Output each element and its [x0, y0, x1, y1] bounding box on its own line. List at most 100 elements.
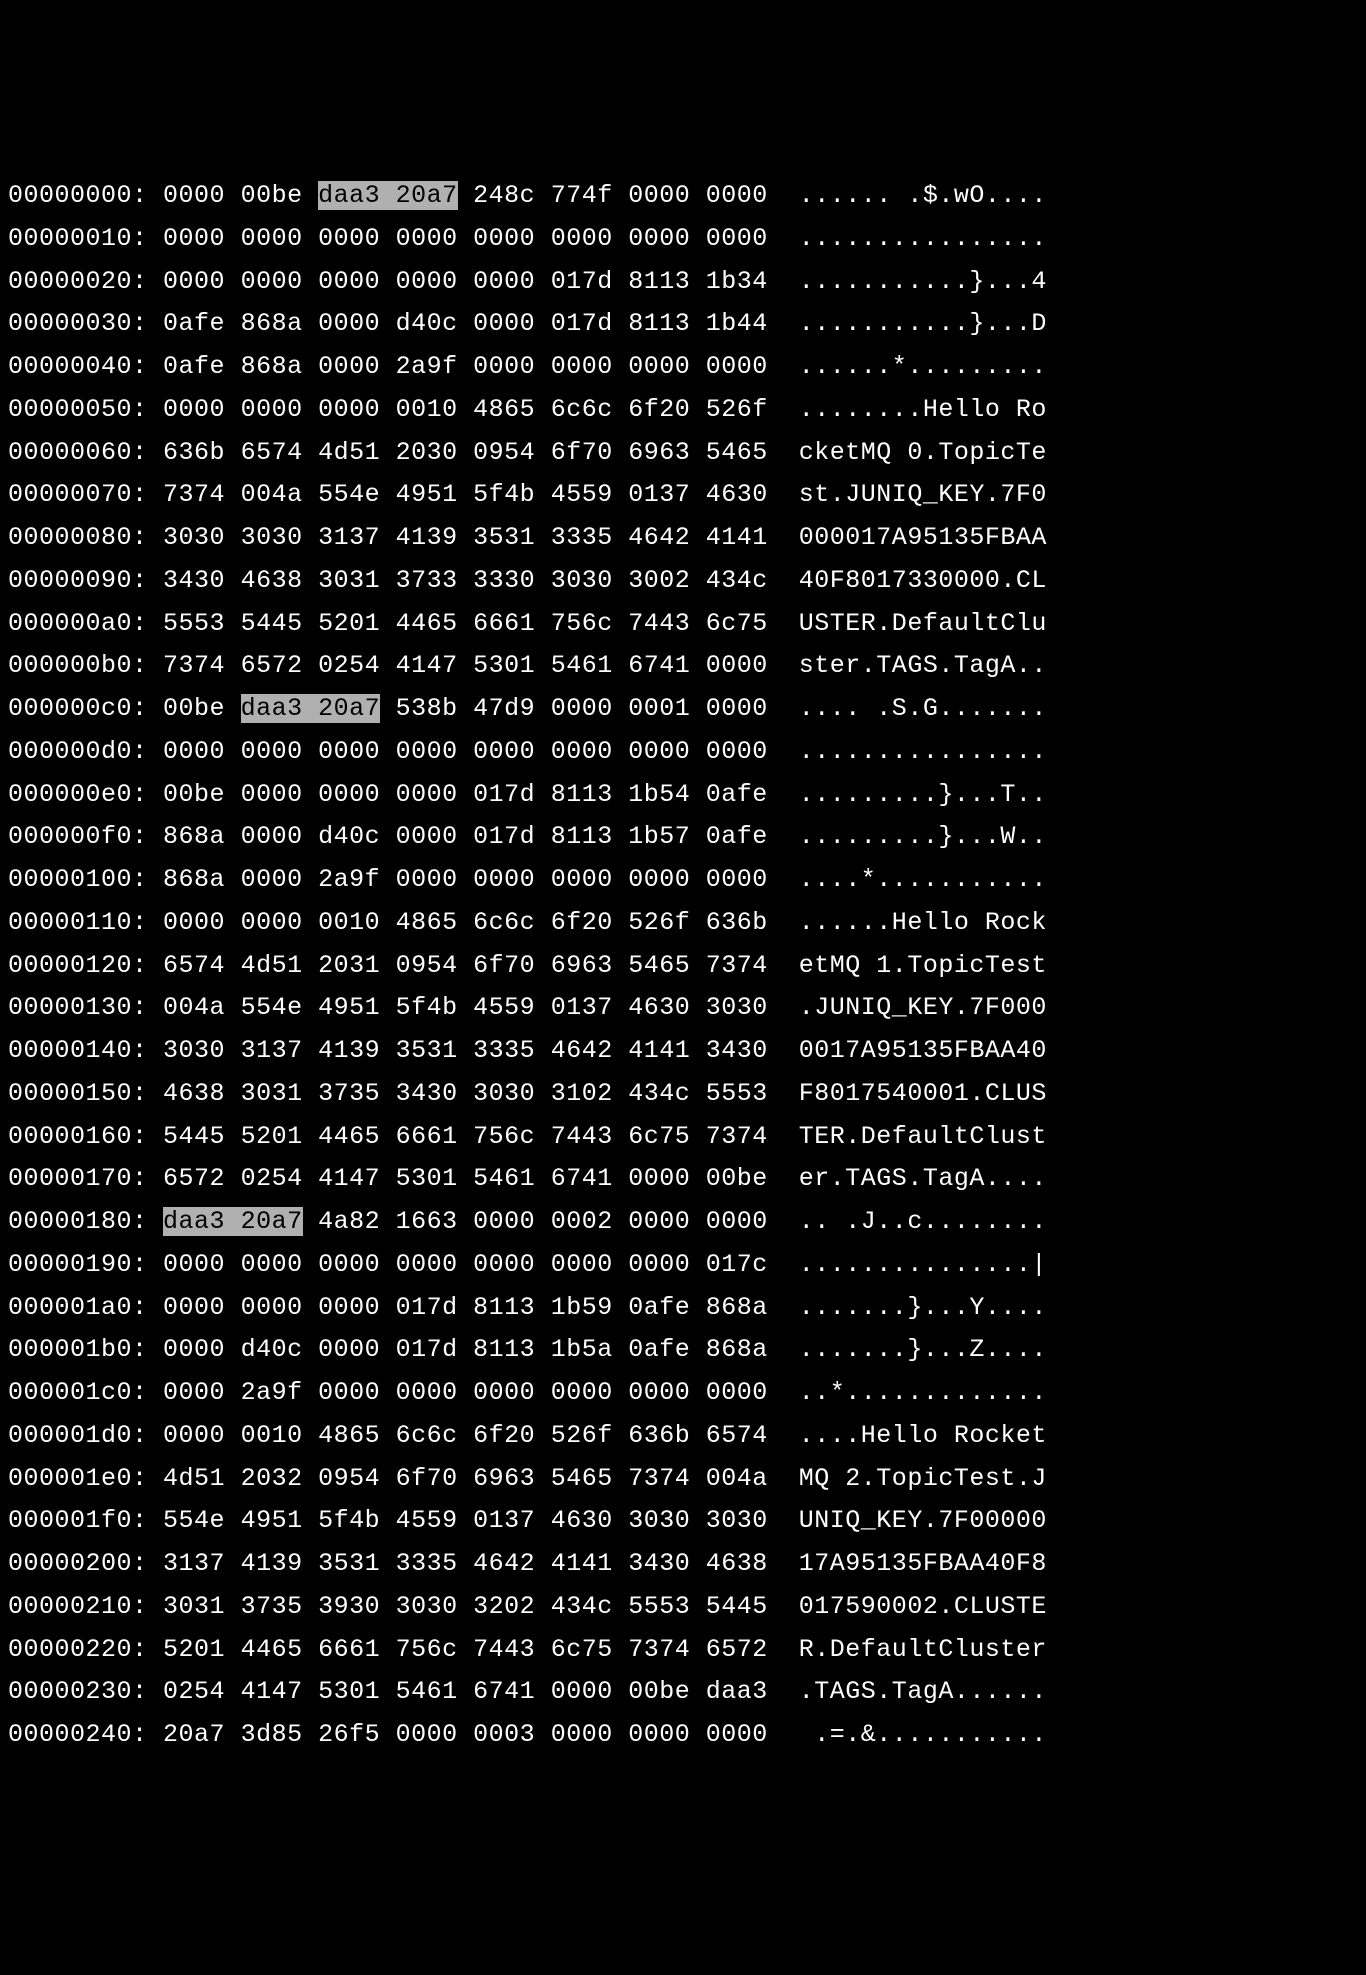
ascii-column: UNIQ_KEY.7F00000	[799, 1506, 1047, 1535]
hex-group: 0000	[628, 1207, 690, 1236]
hex-group: 3330	[473, 566, 535, 595]
hex-group: 4630	[551, 1506, 613, 1535]
hex-row: 00000050: 0000 0000 0000 0010 4865 6c6c …	[8, 389, 1358, 432]
hex-offset: 000001c0:	[8, 1378, 148, 1407]
hex-group: 8113	[473, 1335, 535, 1364]
ascii-column: .TAGS.TagA......	[799, 1677, 1047, 1706]
hex-group: 0254	[318, 651, 380, 680]
hex-offset: 000000c0:	[8, 694, 148, 723]
hex-group-highlight: 20a7	[241, 1207, 303, 1236]
ascii-column: 17A95135FBAA40F8	[799, 1549, 1047, 1578]
hex-offset: 000001f0:	[8, 1506, 148, 1535]
hex-group: 20a7	[163, 1720, 225, 1749]
hex-group: 0000	[706, 224, 768, 253]
hex-group: 0afe	[706, 822, 768, 851]
ascii-column: ...........}...D	[799, 309, 1047, 338]
hex-group: 636b	[706, 908, 768, 937]
hex-row: 00000170: 6572 0254 4147 5301 5461 6741 …	[8, 1158, 1358, 1201]
hex-group: 1b34	[706, 267, 768, 296]
hex-group: 6572	[163, 1164, 225, 1193]
hex-group: 4465	[241, 1635, 303, 1664]
hex-group: 8113	[473, 1293, 535, 1322]
hex-group: 1b44	[706, 309, 768, 338]
hex-group: 3930	[318, 1592, 380, 1621]
hex-offset: 00000020:	[8, 267, 148, 296]
hex-group: 0000	[163, 1250, 225, 1279]
hex-group: 7374	[163, 651, 225, 680]
hex-group: 0000	[628, 737, 690, 766]
hex-row: 00000120: 6574 4d51 2031 0954 6f70 6963 …	[8, 945, 1358, 988]
hex-group: 6f20	[628, 395, 690, 424]
hex-group: 434c	[706, 566, 768, 595]
hex-offset: 000000b0:	[8, 651, 148, 680]
hex-group: 6f70	[473, 951, 535, 980]
hex-group: 0000	[551, 1720, 613, 1749]
hex-group: 3335	[473, 1036, 535, 1065]
hex-group: 0000	[706, 1378, 768, 1407]
hex-group: 0000	[163, 181, 225, 210]
ascii-column: etMQ 1.TopicTest	[799, 951, 1047, 980]
hex-group: 6574	[706, 1421, 768, 1450]
hex-row: 00000200: 3137 4139 3531 3335 4642 4141 …	[8, 1543, 1358, 1586]
hex-group: 756c	[396, 1635, 458, 1664]
hex-group: 3735	[241, 1592, 303, 1621]
ascii-column: .......}...Z....	[799, 1335, 1047, 1364]
hex-group: 868a	[163, 822, 225, 851]
hex-group: 7374	[706, 1122, 768, 1151]
hex-group: 5553	[163, 609, 225, 638]
hex-group: 0000	[396, 267, 458, 296]
hex-group: 3137	[163, 1549, 225, 1578]
hex-group: 6661	[318, 1635, 380, 1664]
hex-group: 004a	[163, 993, 225, 1022]
hex-group: 0000	[473, 267, 535, 296]
hex-group: 0000	[473, 1378, 535, 1407]
hex-group: 3430	[706, 1036, 768, 1065]
hex-group: 6963	[473, 1464, 535, 1493]
ascii-column: cketMQ 0.TopicTe	[799, 438, 1047, 467]
hex-group: 0000	[318, 1335, 380, 1364]
ascii-column: .......}...Y....	[799, 1293, 1047, 1322]
hex-row: 00000060: 636b 6574 4d51 2030 0954 6f70 …	[8, 432, 1358, 475]
hex-group: 868a	[706, 1293, 768, 1322]
hex-group: 0954	[473, 438, 535, 467]
hex-group: 434c	[628, 1079, 690, 1108]
hex-group: 0000	[473, 309, 535, 338]
hex-group: 4865	[473, 395, 535, 424]
hex-group: 7374	[706, 951, 768, 980]
hex-group: 004a	[241, 480, 303, 509]
hex-group: 0000	[396, 822, 458, 851]
hex-group: 6c75	[628, 1122, 690, 1151]
hex-group: 4951	[241, 1506, 303, 1535]
hex-group: 8113	[551, 822, 613, 851]
hex-group: 0000	[163, 395, 225, 424]
hex-group: d40c	[396, 309, 458, 338]
hex-group: 0000	[163, 1421, 225, 1450]
hex-group: 7443	[628, 609, 690, 638]
hex-offset: 00000230:	[8, 1677, 148, 1706]
hex-row: 00000080: 3030 3030 3137 4139 3531 3335 …	[8, 517, 1358, 560]
hex-offset: 00000240:	[8, 1720, 148, 1749]
ascii-column: ....*...........	[799, 865, 1047, 894]
hex-group: 4147	[318, 1164, 380, 1193]
hex-group: 248c	[473, 181, 535, 210]
hex-group: 0000	[706, 1207, 768, 1236]
hex-offset: 00000000:	[8, 181, 148, 210]
hex-group: 4465	[396, 609, 458, 638]
hex-group: 0000	[241, 737, 303, 766]
hex-row: 000000e0: 00be 0000 0000 0000 017d 8113 …	[8, 774, 1358, 817]
hex-group: 4865	[396, 908, 458, 937]
hex-group: 3335	[551, 523, 613, 552]
hex-group: 3002	[628, 566, 690, 595]
ascii-column: ..*.............	[799, 1378, 1047, 1407]
hex-group: 6741	[473, 1677, 535, 1706]
hex-group: 0000	[473, 1250, 535, 1279]
hex-group: 5201	[318, 609, 380, 638]
hex-group: 4139	[318, 1036, 380, 1065]
ascii-column: 0017A95135FBAA40	[799, 1036, 1047, 1065]
hex-group: 0000	[241, 908, 303, 937]
hex-group-highlight: daa3	[318, 181, 380, 210]
hex-group: 5461	[473, 1164, 535, 1193]
hex-group: 0000	[163, 908, 225, 937]
hex-group: 0afe	[163, 309, 225, 338]
hex-row: 000001b0: 0000 d40c 0000 017d 8113 1b5a …	[8, 1329, 1358, 1372]
